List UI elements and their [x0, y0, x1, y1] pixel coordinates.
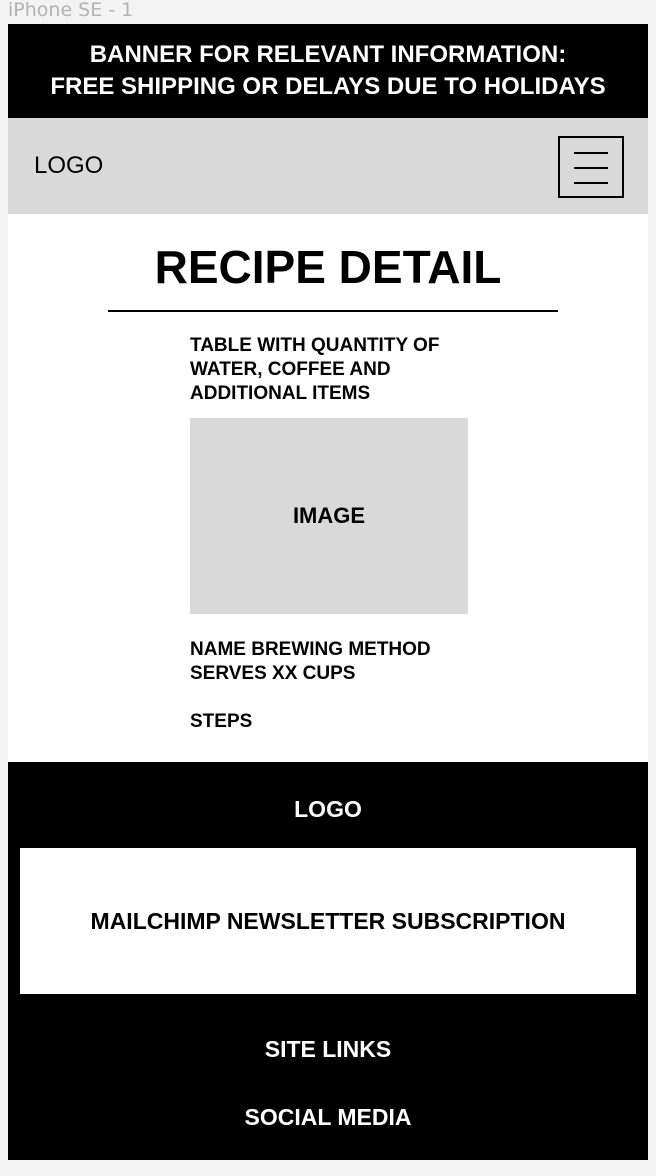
recipe-detail-content: RECIPE DETAIL TABLE WITH QUANTITY OF WAT…: [8, 214, 648, 762]
hamburger-menu-icon[interactable]: [558, 136, 624, 198]
header-logo[interactable]: LOGO: [34, 152, 103, 180]
phone-frame: BANNER FOR RELEVANT INFORMATION: FREE SH…: [8, 24, 648, 1160]
site-header: LOGO: [8, 118, 648, 214]
table-text-line: ADDITIONAL ITEMS: [190, 383, 371, 404]
site-links[interactable]: SITE LINKS: [8, 1036, 648, 1062]
social-media-links[interactable]: SOCIAL MEDIA: [8, 1104, 648, 1130]
ingredients-table-placeholder: TABLE WITH QUANTITY OF WATER, COFFEE AND…: [190, 334, 480, 406]
newsletter-label: MAILCHIMP NEWSLETTER SUBSCRIPTION: [90, 907, 566, 934]
title-divider: [108, 310, 558, 312]
newsletter-subscription-box[interactable]: MAILCHIMP NEWSLETTER SUBSCRIPTION: [20, 848, 636, 994]
menu-bar-middle: [574, 167, 608, 169]
brewing-method-info: NAME BREWING METHOD SERVES XX CUPS: [190, 638, 490, 686]
recipe-image-placeholder: IMAGE: [190, 418, 468, 614]
banner-line-1: BANNER FOR RELEVANT INFORMATION:: [89, 41, 567, 68]
menu-bar-bottom: [574, 182, 608, 184]
page-title: RECIPE DETAIL: [154, 241, 502, 293]
frame-label: iPhone SE - 1: [8, 0, 134, 21]
banner-line-2: FREE SHIPPING OR DELAYS DUE TO HOLIDAYS: [50, 73, 606, 100]
brewing-method-name: NAME BREWING METHOD: [190, 639, 431, 660]
steps-heading: STEPS: [190, 711, 253, 732]
table-text-line: WATER, COFFEE AND: [190, 359, 391, 380]
table-text-line: TABLE WITH QUANTITY OF: [190, 335, 440, 356]
image-label: IMAGE: [292, 503, 366, 528]
menu-bar-top: [574, 152, 608, 154]
footer-logo[interactable]: LOGO: [8, 796, 648, 822]
serves-cups: SERVES XX CUPS: [190, 663, 356, 684]
announcement-banner: BANNER FOR RELEVANT INFORMATION: FREE SH…: [8, 24, 648, 118]
site-footer: LOGO MAILCHIMP NEWSLETTER SUBSCRIPTION S…: [8, 762, 648, 1160]
